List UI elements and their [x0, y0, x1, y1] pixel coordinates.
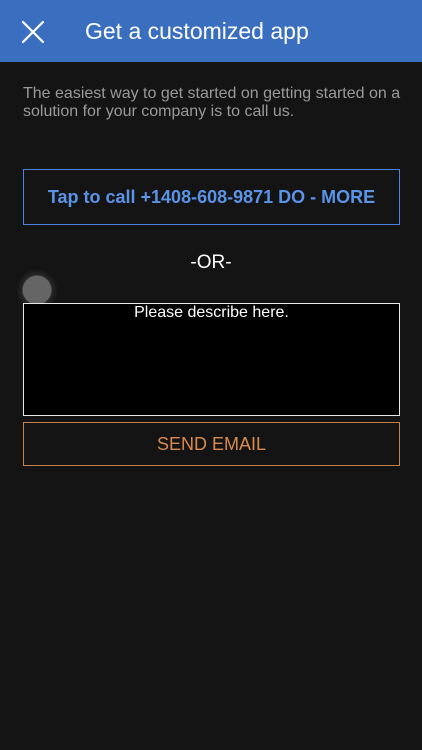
intro-text: The easiest way to get started on gettin… — [23, 85, 401, 120]
page-title: Get a customized app — [85, 17, 309, 44]
app-screen: Get a customized app The easiest way to … — [0, 0, 422, 750]
call-button[interactable]: Tap to call +1408-608-9871 DO - MORE — [23, 169, 400, 225]
close-button[interactable] — [18, 17, 48, 47]
description-input[interactable] — [23, 303, 400, 416]
send-email-button[interactable]: SEND EMAIL — [23, 422, 400, 466]
or-divider: -OR- — [190, 252, 232, 273]
top-bar: Get a customized app — [0, 0, 422, 62]
close-icon — [21, 20, 45, 44]
